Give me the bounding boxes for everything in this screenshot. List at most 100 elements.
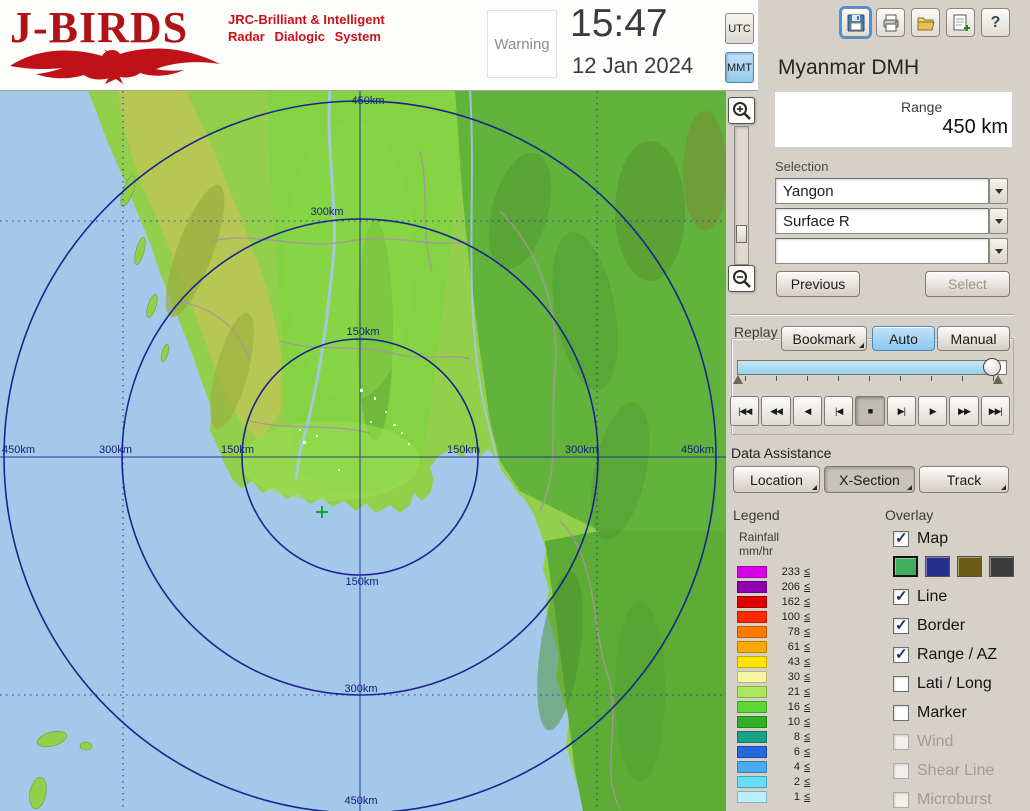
location-button-label: Location (750, 472, 803, 488)
play-button[interactable]: ▶ (918, 396, 947, 426)
legend-le-link[interactable]: ≤ (804, 686, 810, 698)
legend-value: 8 (772, 731, 800, 743)
range-label: Range (901, 99, 942, 115)
legend-le-link[interactable]: ≤ (804, 731, 810, 743)
legend-color-swatch (737, 596, 767, 608)
step-back-button[interactable]: |◀ (824, 396, 853, 426)
overlay-item-line[interactable]: Line (893, 586, 947, 608)
checkbox-unchecked-icon[interactable] (893, 676, 909, 692)
step-forward-button[interactable]: ▶| (887, 396, 916, 426)
zoom-out-button[interactable] (728, 265, 755, 292)
radar-map[interactable]: 450km 300km 150km 150km 300km 450km 450k… (0, 91, 726, 811)
bookmark-button[interactable]: Bookmark (781, 326, 867, 351)
timeline-end-marker-icon (993, 375, 1003, 384)
print-button[interactable] (876, 8, 905, 37)
ring-label: 300km (99, 444, 132, 456)
product-dropdown-button[interactable] (989, 208, 1008, 234)
overlay-item-label: Map (917, 530, 948, 548)
rewind-button[interactable]: ◀◀ (761, 396, 790, 426)
zoom-in-button[interactable] (728, 97, 755, 124)
manual-mode-button[interactable]: Manual (937, 326, 1010, 351)
station-dropdown-button[interactable] (989, 178, 1008, 204)
legend-le-link[interactable]: ≤ (804, 581, 810, 593)
replay-timeline-fill (738, 361, 991, 374)
legend-value: 4 (772, 761, 800, 773)
legend-row: 6≤ (737, 744, 827, 759)
legend-row: 206≤ (737, 579, 827, 594)
checkbox-checked-icon[interactable] (893, 531, 909, 547)
legend-value: 61 (772, 641, 800, 653)
legend-row: 2≤ (737, 774, 827, 789)
dropdown-arrow-icon (995, 189, 1003, 194)
range-value: 450 km (895, 116, 1008, 139)
ring-label: 450km (681, 444, 714, 456)
replay-timeline-track[interactable] (737, 360, 1007, 375)
checkbox-unchecked-icon[interactable] (893, 705, 909, 721)
legend-le-link[interactable]: ≤ (804, 761, 810, 773)
zoom-slider-thumb[interactable] (736, 225, 747, 243)
stop-button[interactable]: ■ (855, 396, 884, 426)
station-dropdown[interactable]: Yangon (775, 178, 989, 204)
skip-end-button[interactable]: ▶▶| (981, 396, 1010, 426)
legend-le-link[interactable]: ≤ (804, 701, 810, 713)
legend-color-swatch (737, 626, 767, 638)
zoom-slider-track[interactable] (734, 126, 749, 265)
track-button[interactable]: Track (919, 466, 1009, 493)
replay-timeline-thumb[interactable] (983, 358, 1001, 376)
legend-value: 6 (772, 746, 800, 758)
legend-le-link[interactable]: ≤ (804, 746, 810, 758)
checkbox-checked-icon[interactable] (893, 589, 909, 605)
ring-label: 150km (447, 444, 480, 456)
overlay-item-shear-line: Shear Line (893, 760, 994, 782)
utc-button[interactable]: UTC (725, 13, 754, 44)
xsection-button[interactable]: X-Section (824, 466, 915, 493)
timeline-tick (869, 376, 870, 381)
legend-le-link[interactable]: ≤ (804, 791, 810, 803)
open-folder-button[interactable] (911, 8, 940, 37)
legend-le-link[interactable]: ≤ (804, 596, 810, 608)
map-style-swatch-olive[interactable] (957, 556, 982, 577)
option-dropdown-button[interactable] (989, 238, 1008, 264)
overlay-item-border[interactable]: Border (893, 615, 965, 637)
radar-map-svg: 450km 300km 150km 150km 300km 450km 450k… (0, 91, 726, 811)
export-image-button[interactable] (946, 8, 975, 37)
map-style-swatch-dark[interactable] (989, 556, 1014, 577)
delta-plain (240, 421, 420, 501)
legend-le-link[interactable]: ≤ (804, 641, 810, 653)
legend-le-link[interactable]: ≤ (804, 776, 810, 788)
mmt-button[interactable]: MMT (725, 52, 754, 83)
overlay-item-label: Range / AZ (917, 646, 997, 664)
map-style-swatch-green[interactable] (893, 556, 918, 577)
product-dropdown[interactable]: Surface R (775, 208, 989, 234)
legend-row: 162≤ (737, 594, 827, 609)
legend-le-link[interactable]: ≤ (804, 566, 810, 578)
overlay-item-lati-long[interactable]: Lati / Long (893, 673, 992, 695)
legend-le-link[interactable]: ≤ (804, 656, 810, 668)
skip-start-button[interactable]: |◀◀ (730, 396, 759, 426)
help-button[interactable]: ? (981, 8, 1010, 37)
legend-le-link[interactable]: ≤ (804, 626, 810, 638)
location-button[interactable]: Location (733, 466, 820, 493)
fast-forward-button[interactable]: ▶▶ (949, 396, 978, 426)
select-button[interactable]: Select (925, 271, 1010, 297)
legend-le-link[interactable]: ≤ (804, 716, 810, 728)
legend-le-link[interactable]: ≤ (804, 611, 810, 623)
checkbox-unchecked-icon (893, 763, 909, 779)
save-button[interactable] (841, 8, 870, 37)
bookmark-button-label: Bookmark (792, 331, 855, 347)
option-dropdown[interactable] (775, 238, 989, 264)
overlay-item-map[interactable]: Map (893, 528, 948, 550)
play-reverse-button[interactable]: ◀ (793, 396, 822, 426)
map-style-swatch-navy[interactable] (925, 556, 950, 577)
warning-indicator[interactable]: Warning (487, 10, 557, 78)
overlay-item-marker[interactable]: Marker (893, 702, 967, 724)
legend-le-link[interactable]: ≤ (804, 671, 810, 683)
overlay-item-range-az[interactable]: Range / AZ (893, 644, 997, 666)
auto-mode-button[interactable]: Auto (872, 326, 935, 351)
previous-button[interactable]: Previous (776, 271, 860, 297)
ring-label: 300km (344, 683, 377, 695)
timeline-tick (776, 376, 777, 381)
help-icon: ? (991, 14, 1001, 32)
checkbox-checked-icon[interactable] (893, 647, 909, 663)
checkbox-checked-icon[interactable] (893, 618, 909, 634)
